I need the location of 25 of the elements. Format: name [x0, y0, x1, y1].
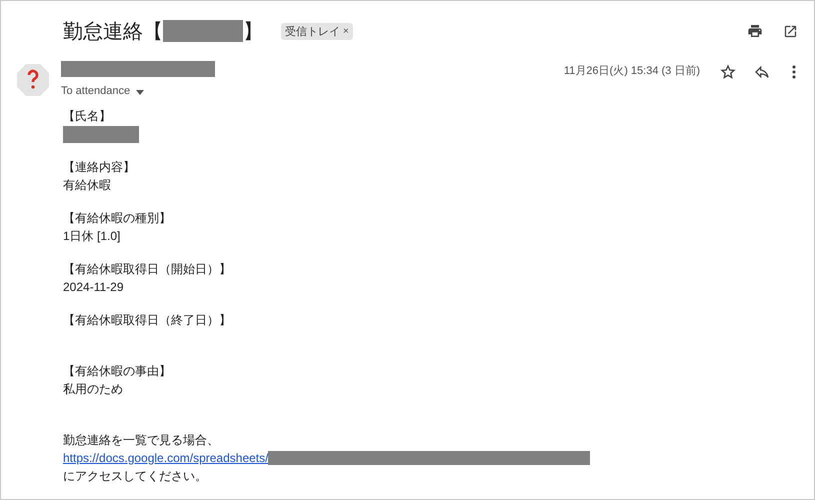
body-text: 1日休 [1.0]: [63, 228, 120, 245]
body-text: 【有給休暇取得日（開始日）】: [63, 261, 231, 278]
inbox-label: 受信トレイ ×: [281, 22, 353, 40]
email-subject: 勤怠連絡【 】: [63, 19, 263, 44]
body-text: 2024-11-29: [63, 279, 124, 296]
star-icon[interactable]: [720, 64, 736, 80]
more-options-icon[interactable]: [792, 65, 796, 79]
body-text: 有給休暇: [63, 177, 111, 194]
body-text: にアクセスしてください。: [63, 468, 207, 485]
body-text: 私用のため: [63, 381, 123, 398]
spreadsheet-link[interactable]: https://docs.google.com/spreadsheets/: [63, 449, 268, 467]
remove-label-button[interactable]: ×: [343, 26, 349, 36]
body-text: 【有給休暇の種別】: [63, 210, 171, 227]
body-text: 【氏名】: [63, 108, 111, 125]
print-icon[interactable]: [747, 23, 763, 39]
recipient-text: To attendance: [61, 85, 130, 97]
avatar-icon: [16, 63, 50, 97]
body-text: 勤怠連絡を一覧で見る場合、: [63, 432, 219, 449]
body-text: 【有給休暇の事由】: [63, 363, 171, 380]
external-link-icon[interactable]: [783, 24, 798, 38]
reply-icon[interactable]: [754, 64, 770, 80]
date-text: 11月26日(火) 15:34 (3 日前): [564, 64, 700, 78]
body-text: 【有給休暇取得日（終了日）】: [63, 312, 231, 329]
dropdown-caret-icon[interactable]: [136, 90, 144, 95]
body-text: 【連絡内容】: [63, 159, 135, 176]
